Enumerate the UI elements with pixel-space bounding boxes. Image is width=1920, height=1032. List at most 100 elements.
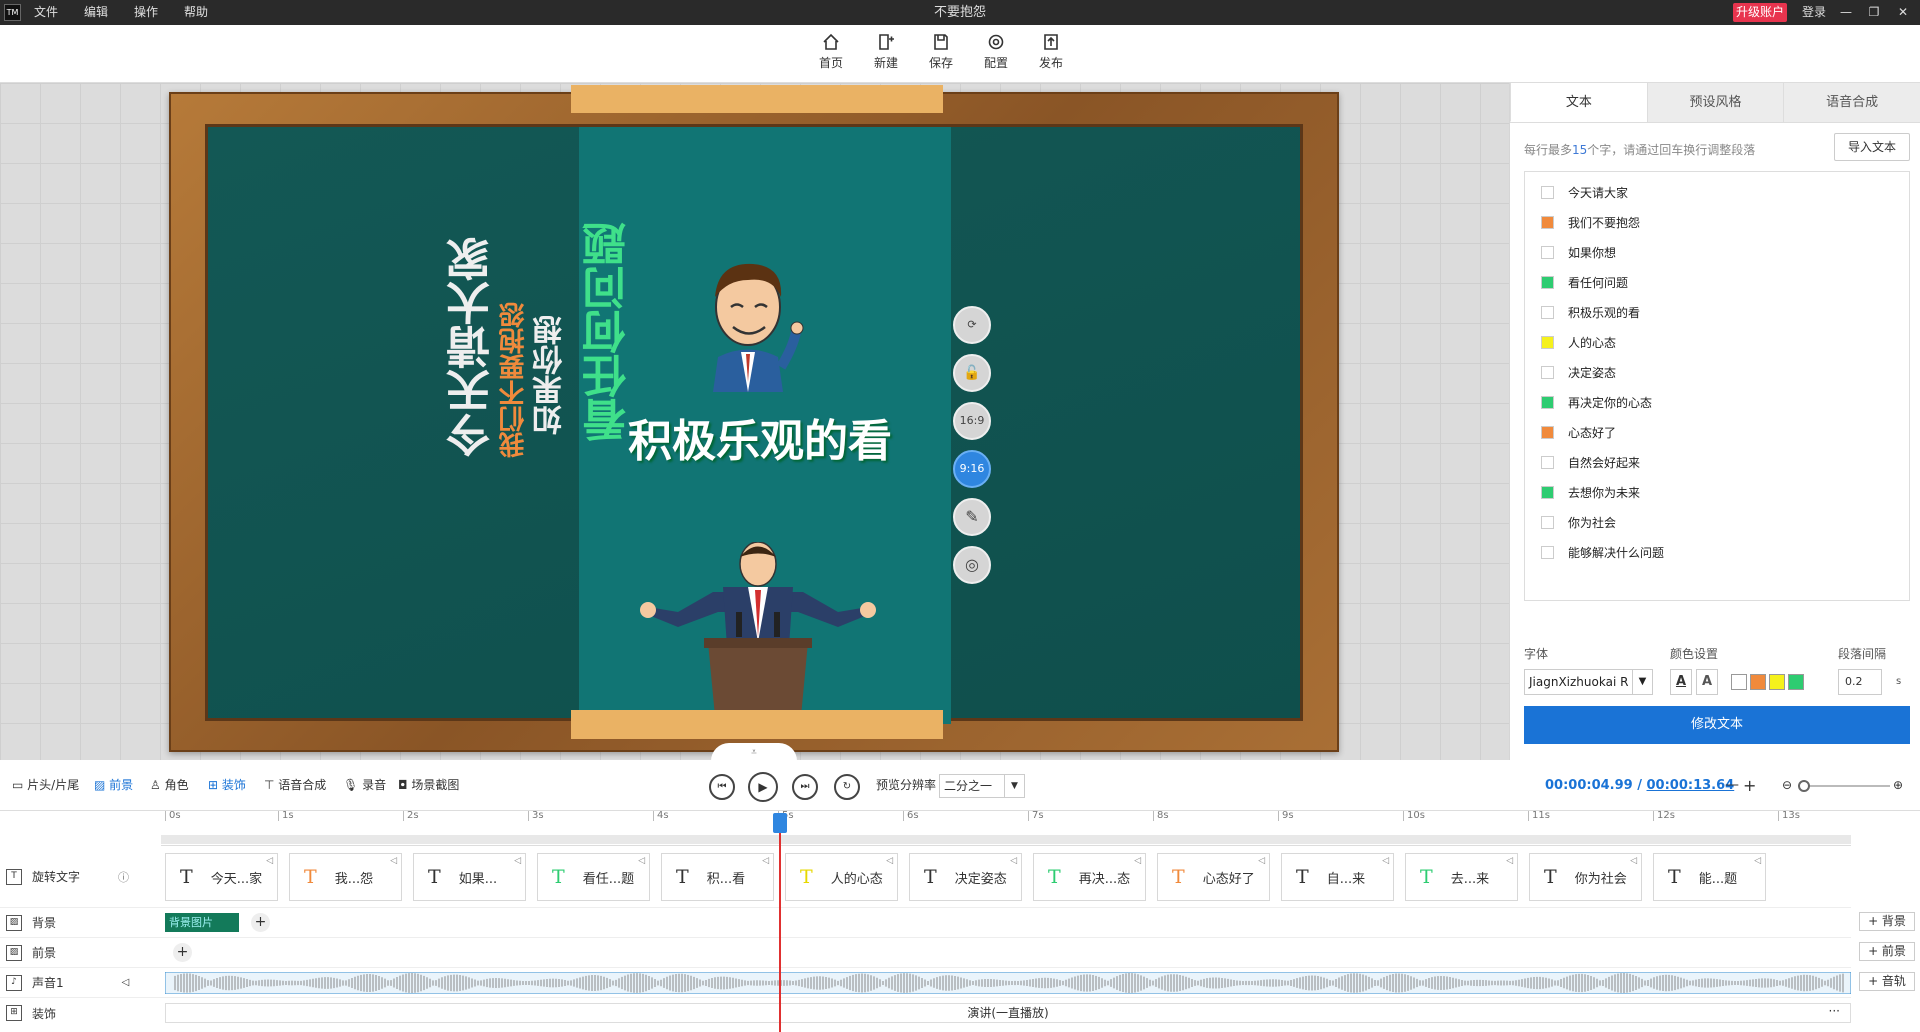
publish-button[interactable]: 发布 [1029,33,1073,71]
edit-button[interactable]: ✎ [953,498,991,536]
text-clip[interactable]: T 看任...题 ◁ [537,853,650,901]
add-foreground-clip-button[interactable]: + [173,943,192,962]
color-swatch-yellow[interactable] [1769,674,1785,690]
audio-waveform[interactable] [165,972,1851,994]
canvas-text-line3[interactable]: 如果你想 [529,315,573,435]
text-line[interactable]: 今天请大家 [1541,182,1628,202]
ratio-9-16-button[interactable]: 9:16 [953,450,991,488]
replay-button[interactable]: ↻ [834,774,860,800]
collapse-toggle[interactable]: ⩡ [711,743,797,761]
login-button[interactable]: 登录 [1802,0,1826,25]
add-foreground-button[interactable]: + 前景 [1859,942,1915,961]
zoom-in-icon[interactable]: ⊕ [1893,760,1903,811]
text-line[interactable]: 心态好了 [1541,422,1616,442]
modify-text-button[interactable]: 修改文本 [1524,706,1910,744]
zoom-out-icon[interactable]: ⊖ [1782,760,1792,811]
playhead[interactable] [779,813,781,1032]
total-time[interactable]: 00:00:13.64 [1647,778,1735,793]
voice-synthesis-button[interactable]: ⊤ 语音合成 [264,760,326,811]
help-icon[interactable]: ⓘ [118,869,129,885]
font-select[interactable]: JiagnXizhuokai R ▼ [1524,669,1653,695]
text-line[interactable]: 你为社会 [1541,512,1616,532]
cartoon-man-character[interactable] [693,252,813,392]
text-clip[interactable]: T 如果... ◁ [413,853,526,901]
text-clip[interactable]: T 自...来 ◁ [1281,853,1394,901]
time-ruler[interactable]: 0s 1s 2s 3s 4s 5s 6s 7s 8s 9s 10s 11s 12… [161,811,1851,846]
zoom-out-time-button[interactable]: — [1725,760,1739,811]
speaker-at-podium[interactable] [638,542,878,727]
text-clip[interactable]: T 心态好了 ◁ [1157,853,1270,901]
menu-operate[interactable]: 操作 [134,0,158,25]
text-line[interactable]: 去想你为未来 [1541,482,1640,502]
import-text-button[interactable]: 导入文本 [1834,133,1910,161]
text-clip[interactable]: T 再决...态 ◁ [1033,853,1146,901]
upgrade-button[interactable]: 升级账户 [1733,3,1788,22]
home-button[interactable]: 首页 [809,33,853,71]
text-clip[interactable]: T 能...题 ◁ [1653,853,1766,901]
save-button[interactable]: 保存 [919,33,963,71]
preview-resolution-select[interactable]: 二分之一 ▼ [939,774,1025,798]
tab-voice-synthesis[interactable]: 语音合成 [1783,83,1920,122]
background-clip[interactable]: 背景图片 [165,913,239,932]
menu-edit[interactable]: 编辑 [84,0,108,25]
text-line[interactable]: 如果你想 [1541,242,1616,262]
text-clip[interactable]: T 决定姿态 ◁ [909,853,1022,901]
text-line[interactable]: 看任何问题 [1541,272,1628,292]
more-icon[interactable]: ··· [1829,1002,1840,1020]
text-clip[interactable]: T 我...怨 ◁ [289,853,402,901]
add-audio-track-button[interactable]: + 音轨 [1859,972,1915,991]
ratio-16-9-button[interactable]: 16:9 [953,402,991,440]
close-button[interactable]: ✕ [1893,0,1913,25]
text-lines-list[interactable]: 今天请大家 我们不要抱怨 如果你想 看任何问题 积极乐观的看 人的心态 决定姿态… [1524,171,1910,601]
menu-help[interactable]: 帮助 [184,0,208,25]
maximize-button[interactable]: ❐ [1864,0,1884,25]
add-background-button[interactable]: + 背景 [1859,912,1915,931]
text-line[interactable]: 能够解决什么问题 [1541,542,1664,562]
canvas-text-line2[interactable]: 我们不要抱怨 [495,302,532,458]
color-swatch-white[interactable] [1731,674,1747,690]
menu-file[interactable]: 文件 [34,0,58,25]
color-swatch-green[interactable] [1788,674,1804,690]
text-color-button[interactable]: A [1670,669,1692,695]
decoration-button[interactable]: ⊞ 装饰 [208,760,246,811]
intro-outro-button[interactable]: ▭ 片头/片尾 [12,760,79,811]
text-clip[interactable]: T 今天...家 ◁ [165,853,278,901]
settings-button[interactable]: ◎ [953,546,991,584]
skip-back-button[interactable]: ⏮ [709,774,735,800]
text-clip[interactable]: T 积...看 ◁ [661,853,774,901]
character-button[interactable]: ♙ 角色 [150,760,189,811]
config-button[interactable]: 配置 [974,33,1018,71]
new-button[interactable]: 新建 [864,33,908,71]
zoom-slider[interactable] [1800,785,1890,787]
text-clip[interactable]: T 去...来 ◁ [1405,853,1518,901]
add-background-clip-button[interactable]: + [251,913,270,932]
spacing-input[interactable]: 0.2 [1838,669,1882,695]
skip-forward-button[interactable]: ⏭ [792,774,818,800]
foreground-button[interactable]: ▨ 前景 [94,760,133,811]
record-button[interactable]: 🎙 录音 [343,760,386,811]
scene-screenshot-button[interactable]: ◘ 场景截图 [398,760,459,811]
text-clip[interactable]: T 人的心态 ◁ [785,853,898,901]
text-line[interactable]: 积极乐观的看 [1541,302,1640,322]
minimize-button[interactable]: — [1836,0,1856,25]
play-button[interactable]: ▶ [748,772,778,802]
text-line[interactable]: 我们不要抱怨 [1541,212,1640,232]
rotate-button[interactable]: ⟳ [953,306,991,344]
text-line[interactable]: 再决定你的心态 [1541,392,1652,412]
decoration-clip[interactable]: 演讲(一直播放) ··· [165,1003,1851,1023]
tab-preset-style[interactable]: 预设风格 [1646,83,1784,122]
tab-text[interactable]: 文本 [1510,83,1647,122]
lock-button[interactable]: 🔓 [953,354,991,392]
canvas-text-line5[interactable]: 积极乐观的看 [628,405,892,469]
text-clip[interactable]: T 你为社会 ◁ [1529,853,1642,901]
text-line[interactable]: 自然会好起来 [1541,452,1640,472]
outline-color-button[interactable]: A [1696,669,1718,695]
speaker-icon[interactable]: ◁ [122,977,130,988]
zoom-in-time-button[interactable]: + [1743,760,1756,811]
scrub-bar[interactable] [161,835,1851,844]
playhead-handle[interactable] [773,813,787,833]
text-line[interactable]: 人的心态 [1541,332,1616,352]
zoom-slider-handle[interactable] [1798,780,1810,792]
color-swatch-orange[interactable] [1750,674,1766,690]
text-line[interactable]: 决定姿态 [1541,362,1616,382]
